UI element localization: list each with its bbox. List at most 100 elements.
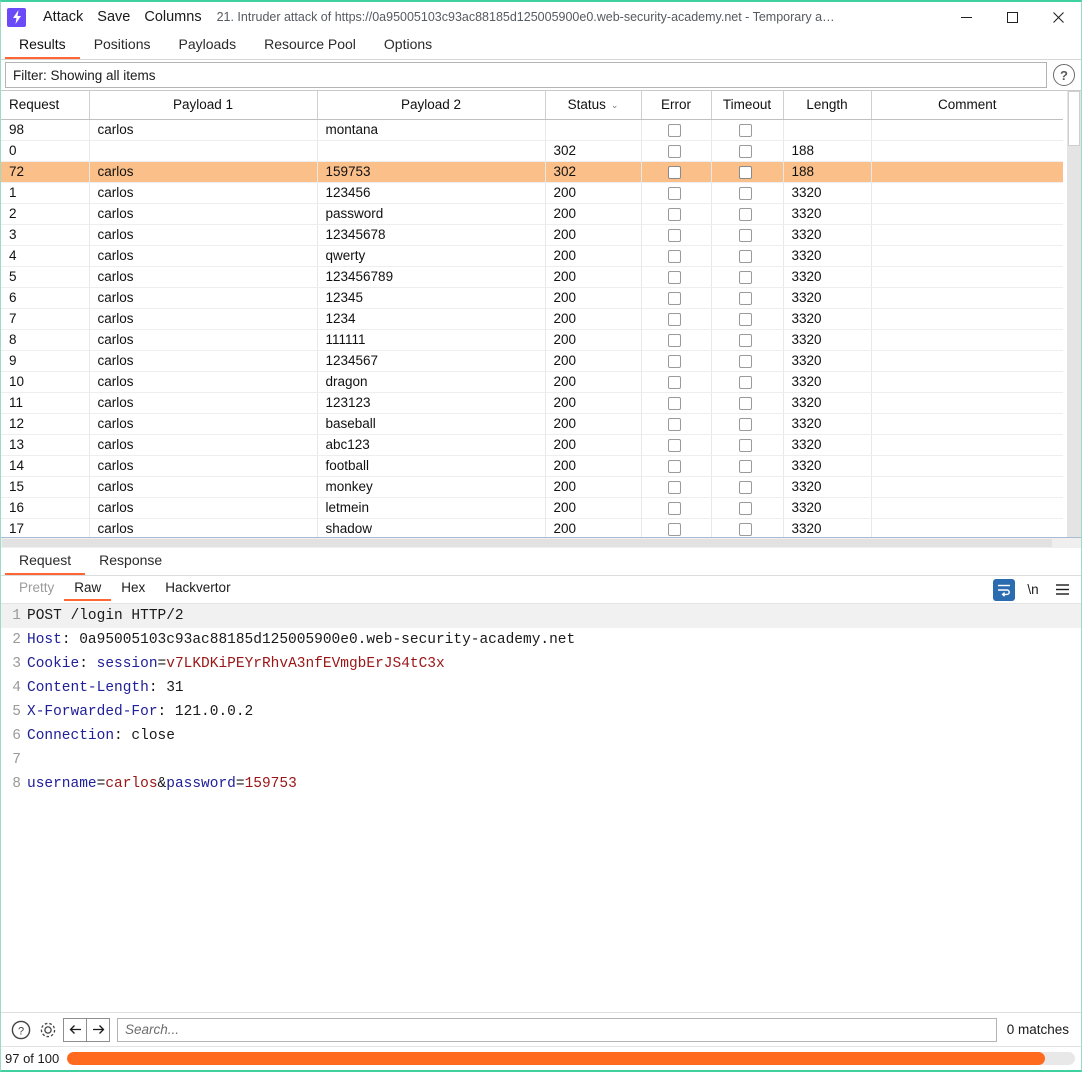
cell-error[interactable] [641, 455, 712, 477]
cell-error[interactable] [641, 119, 712, 141]
cell-timeout-checkbox[interactable] [738, 480, 752, 494]
cell-timeout-checkbox[interactable] [738, 291, 752, 305]
cell-timeout[interactable] [711, 518, 784, 540]
table-row[interactable]: 3 carlos 12345678 200 3320 [1, 224, 1063, 246]
results-vertical-scroll-thumb[interactable] [1068, 91, 1080, 146]
request-line-text[interactable]: Host: 0a95005103c93ac88185d125005900e0.w… [27, 628, 575, 652]
cell-error-checkbox[interactable] [667, 207, 681, 221]
search-next-button[interactable] [86, 1017, 110, 1042]
cell-timeout-checkbox[interactable] [738, 312, 752, 326]
cell-timeout[interactable] [711, 455, 784, 477]
table-row[interactable]: 5 carlos 123456789 200 3320 [1, 266, 1063, 288]
tab-resource-pool[interactable]: Resource Pool [250, 33, 370, 59]
cell-timeout[interactable] [711, 476, 784, 498]
tab-positions[interactable]: Positions [80, 33, 165, 59]
table-row[interactable]: 72 carlos 159753 302 188 [1, 161, 1063, 183]
column-header-length[interactable]: Length [783, 91, 872, 120]
table-row[interactable]: 15 carlos monkey 200 3320 [1, 476, 1063, 498]
cell-timeout-checkbox[interactable] [738, 228, 752, 242]
menu-columns[interactable]: Columns [137, 7, 208, 27]
request-line-text[interactable]: POST /login HTTP/2 [27, 604, 184, 628]
request-line-text[interactable]: Content-Length: 31 [27, 676, 184, 700]
cell-error[interactable] [641, 140, 712, 162]
cell-timeout-checkbox[interactable] [738, 522, 752, 536]
column-header-comment[interactable]: Comment [871, 91, 1063, 120]
cell-timeout[interactable] [711, 350, 784, 372]
table-row[interactable]: 98 carlos montana [1, 119, 1063, 141]
cell-timeout-checkbox[interactable] [738, 333, 752, 347]
cell-error-checkbox[interactable] [667, 312, 681, 326]
column-header-timeout[interactable]: Timeout [711, 91, 784, 120]
table-row[interactable]: 1 carlos 123456 200 3320 [1, 182, 1063, 204]
cell-error-checkbox[interactable] [667, 165, 681, 179]
cell-error-checkbox[interactable] [667, 438, 681, 452]
gear-icon[interactable] [36, 1018, 60, 1042]
cell-timeout[interactable] [711, 371, 784, 393]
cell-error[interactable] [641, 182, 712, 204]
maximize-button[interactable] [989, 2, 1035, 32]
request-line-text[interactable]: Cookie: session=v7LKDKiPEYrRhvA3nfEVmgbE… [27, 652, 445, 676]
format-tab-hex[interactable]: Hex [111, 578, 155, 601]
cell-timeout[interactable] [711, 392, 784, 414]
results-horizontal-scrollbar[interactable] [1, 537, 1081, 548]
cell-error-checkbox[interactable] [667, 186, 681, 200]
cell-error[interactable] [641, 497, 712, 519]
cell-timeout-checkbox[interactable] [738, 396, 752, 410]
cell-timeout-checkbox[interactable] [738, 375, 752, 389]
cell-error-checkbox[interactable] [667, 144, 681, 158]
cell-error[interactable] [641, 392, 712, 414]
cell-error-checkbox[interactable] [667, 459, 681, 473]
column-header-status[interactable]: Status ⌄ [545, 91, 642, 120]
cell-timeout-checkbox[interactable] [738, 270, 752, 284]
newline-toggle-icon[interactable]: \n [1022, 579, 1044, 601]
cell-error-checkbox[interactable] [667, 291, 681, 305]
cell-timeout[interactable] [711, 329, 784, 351]
results-vertical-scrollbar[interactable] [1067, 91, 1081, 538]
cell-error-checkbox[interactable] [667, 480, 681, 494]
cell-error-checkbox[interactable] [667, 270, 681, 284]
table-row[interactable]: 6 carlos 12345 200 3320 [1, 287, 1063, 309]
cell-timeout[interactable] [711, 182, 784, 204]
cell-error-checkbox[interactable] [667, 354, 681, 368]
request-line-text[interactable]: username=carlos&password=159753 [27, 772, 297, 796]
cell-timeout-checkbox[interactable] [738, 123, 752, 137]
request-line-text[interactable]: X-Forwarded-For: 121.0.0.2 [27, 700, 253, 724]
cell-timeout[interactable] [711, 161, 784, 183]
table-row[interactable]: 0 302 188 [1, 140, 1063, 162]
cell-timeout-checkbox[interactable] [738, 165, 752, 179]
column-header-error[interactable]: Error [641, 91, 712, 120]
close-button[interactable] [1035, 2, 1081, 32]
column-header-request[interactable]: Request [1, 91, 90, 120]
table-row[interactable]: 10 carlos dragon 200 3320 [1, 371, 1063, 393]
minimize-button[interactable] [943, 2, 989, 32]
cell-error-checkbox[interactable] [667, 522, 681, 536]
cell-error[interactable] [641, 413, 712, 435]
cell-timeout-checkbox[interactable] [738, 459, 752, 473]
cell-timeout-checkbox[interactable] [738, 354, 752, 368]
cell-timeout[interactable] [711, 308, 784, 330]
table-row[interactable]: 11 carlos 123123 200 3320 [1, 392, 1063, 414]
request-editor[interactable]: 1 POST /login HTTP/2 2 Host: 0a95005103c93a… [1, 604, 1081, 1012]
cell-error-checkbox[interactable] [667, 375, 681, 389]
cell-timeout[interactable] [711, 497, 784, 519]
tab-results[interactable]: Results [5, 33, 80, 59]
cell-timeout-checkbox[interactable] [738, 417, 752, 431]
tab-payloads[interactable]: Payloads [165, 33, 251, 59]
cell-timeout[interactable] [711, 224, 784, 246]
cell-error-checkbox[interactable] [667, 123, 681, 137]
cell-error-checkbox[interactable] [667, 396, 681, 410]
cell-error-checkbox[interactable] [667, 249, 681, 263]
cell-error[interactable] [641, 476, 712, 498]
table-row[interactable]: 16 carlos letmein 200 3320 [1, 497, 1063, 519]
format-tab-raw[interactable]: Raw [64, 578, 112, 601]
tab-response[interactable]: Response [85, 549, 176, 575]
format-tab-hackvertor[interactable]: Hackvertor [155, 578, 240, 601]
table-row[interactable]: 7 carlos 1234 200 3320 [1, 308, 1063, 330]
cell-timeout[interactable] [711, 245, 784, 267]
table-row[interactable]: 4 carlos qwerty 200 3320 [1, 245, 1063, 267]
cell-error-checkbox[interactable] [667, 228, 681, 242]
search-input[interactable]: Search... [117, 1017, 997, 1042]
tab-options[interactable]: Options [370, 33, 446, 59]
cell-error-checkbox[interactable] [667, 333, 681, 347]
table-row[interactable]: 8 carlos 111111 200 3320 [1, 329, 1063, 351]
